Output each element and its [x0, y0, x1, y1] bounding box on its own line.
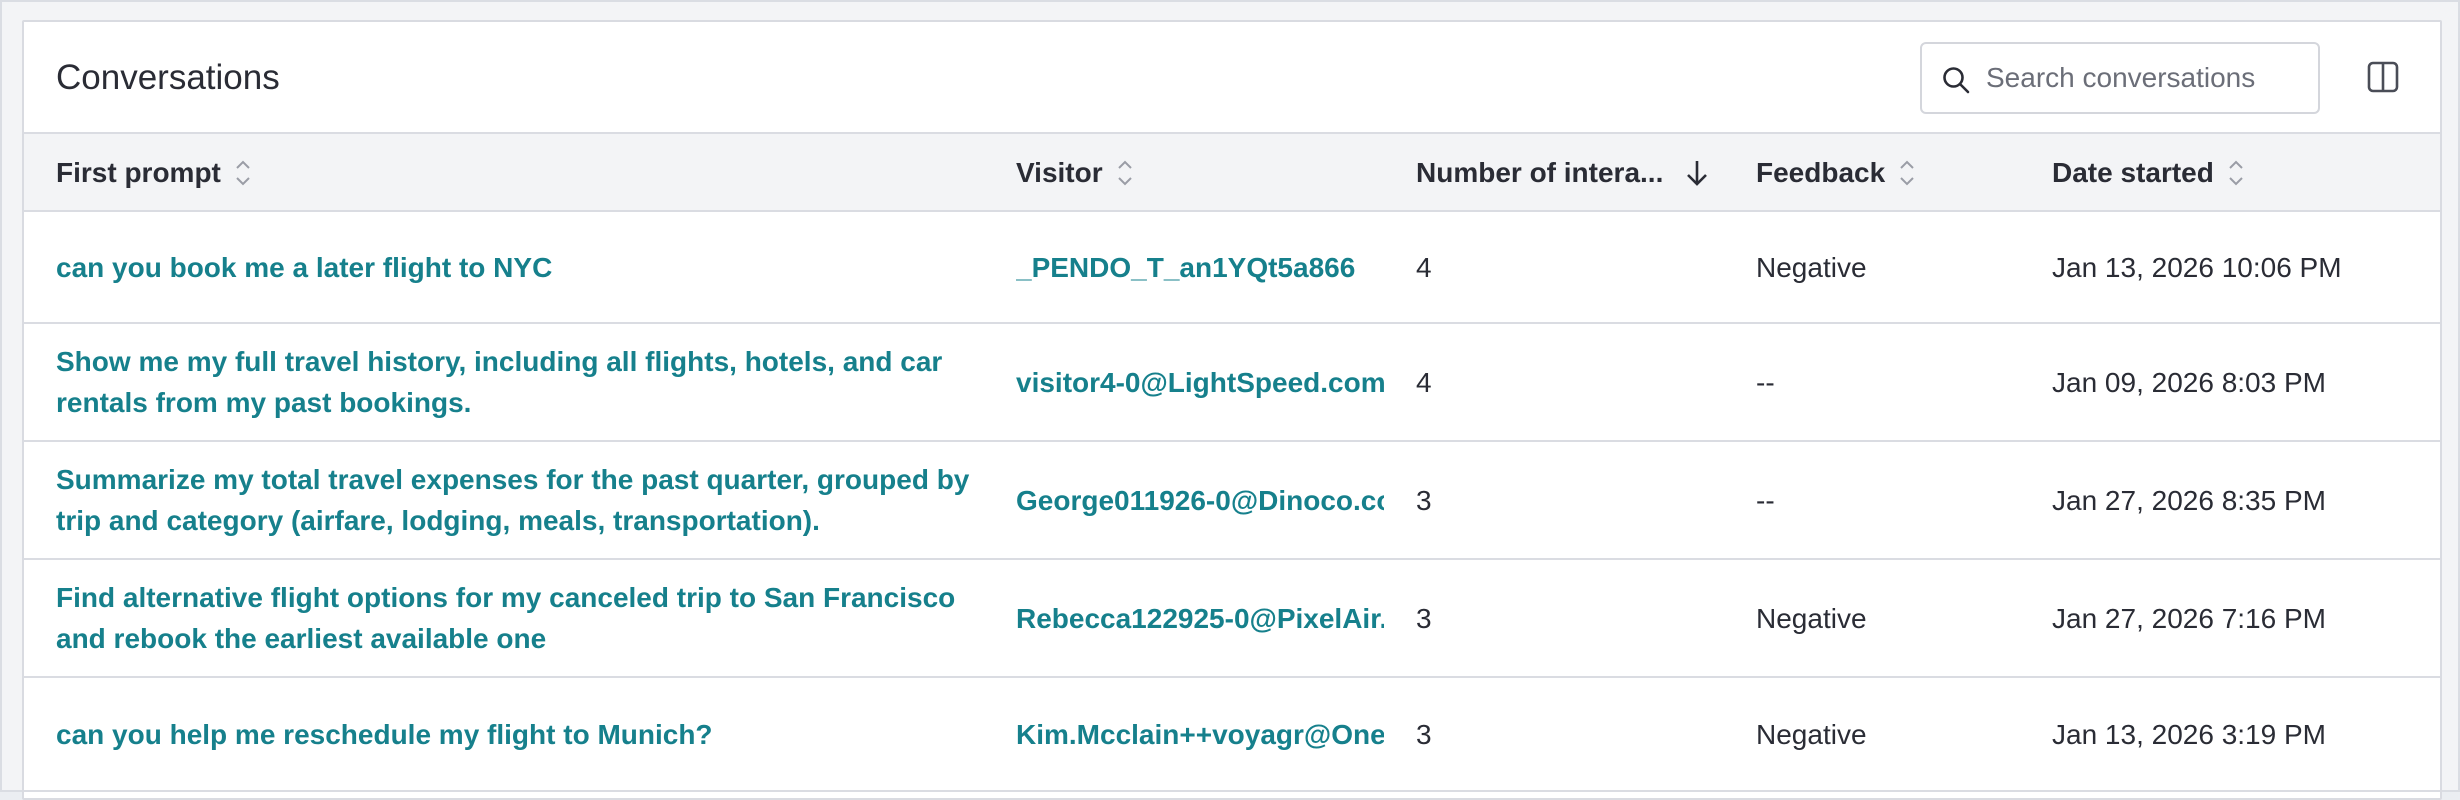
column-label: Visitor — [1016, 157, 1103, 188]
prompt-cell: Summarize my total travel expenses for t… — [56, 442, 976, 558]
interactions-count: 3 — [1416, 602, 1432, 634]
sort-updown-icon — [1900, 160, 1914, 186]
prompt-cell: Show me my full travel history, includin… — [56, 324, 976, 440]
search-box[interactable] — [1920, 42, 2320, 114]
prompt-cell: can you help me reschedule my flight to … — [56, 678, 976, 790]
search-input[interactable] — [1986, 56, 2306, 100]
visitor-link[interactable]: Rebecca122925-0@PixelAir.com — [1016, 598, 1384, 639]
column-header-interactions[interactable]: Number of intera... — [1416, 134, 1711, 212]
prompt-cell: can you book me a later flight to NYC — [56, 212, 976, 322]
interactions-count: 4 — [1416, 251, 1432, 283]
sort-updown-icon — [2229, 160, 2243, 186]
column-header-feedback[interactable]: Feedback — [1756, 134, 1917, 212]
feedback-value: Negative — [1756, 602, 1867, 634]
feedback-value: Negative — [1756, 251, 1867, 283]
column-header-date-started[interactable]: Date started — [2052, 134, 2246, 212]
conversations-card: Conversations First prompt — [22, 20, 2442, 800]
feedback-value: -- — [1756, 484, 1775, 516]
table-row[interactable]: can you help me reschedule my flight to … — [24, 678, 2440, 792]
visitor-link[interactable]: visitor4-0@LightSpeed.com — [1016, 362, 1384, 403]
table-row[interactable]: Show me my full travel history, includin… — [24, 324, 2440, 442]
feedback-value: -- — [1756, 366, 1775, 398]
column-header-first-prompt[interactable]: First prompt — [56, 134, 253, 212]
search-icon — [1943, 67, 1970, 94]
prompt-link[interactable]: can you help me reschedule my flight to … — [56, 714, 713, 755]
column-header-visitor[interactable]: Visitor — [1016, 134, 1135, 212]
column-label: Date started — [2052, 157, 2214, 188]
feedback-value: Negative — [1756, 718, 1867, 750]
column-label: Number of intera... — [1416, 157, 1664, 188]
visitor-link[interactable]: George011926-0@Dinoco.com — [1016, 480, 1384, 521]
prompt-link[interactable]: can you book me a later flight to NYC — [56, 247, 552, 288]
column-label: First prompt — [56, 157, 221, 188]
date-started: Jan 27, 2026 7:16 PM — [2052, 602, 2326, 634]
interactions-count: 3 — [1416, 484, 1432, 516]
sort-updown-icon — [236, 160, 250, 186]
arrow-down-icon — [1687, 161, 1708, 186]
table-header: First prompt Visitor Number of intera... — [24, 134, 2440, 212]
sort-updown-icon — [1117, 160, 1132, 186]
interactions-count: 4 — [1416, 366, 1432, 398]
interactions-count: 3 — [1416, 718, 1432, 750]
visitor-cell: _PENDO_T_an1YQt5a866 — [1016, 212, 1384, 322]
columns-panel-icon[interactable] — [2366, 60, 2400, 94]
visitor-cell: visitor4-0@LightSpeed.com — [1016, 324, 1384, 440]
visitor-cell: Kim.Mcclain++voyagr@OneTravel.com — [1016, 678, 1384, 790]
prompt-link[interactable]: Find alternative flight options for my c… — [56, 577, 976, 659]
table-row[interactable]: Find alternative flight options for my c… — [24, 560, 2440, 678]
prompt-link[interactable]: Show me my full travel history, includin… — [56, 341, 976, 423]
visitor-cell: George011926-0@Dinoco.com — [1016, 442, 1384, 558]
column-label: Feedback — [1756, 157, 1886, 188]
table-row[interactable]: can you book me a later flight to NYC _P… — [24, 212, 2440, 324]
date-started: Jan 13, 2026 3:19 PM — [2052, 718, 2326, 750]
card-header: Conversations — [24, 22, 2440, 134]
visitor-link[interactable]: Kim.Mcclain++voyagr@OneTravel.com — [1016, 714, 1384, 755]
page-background: Conversations First prompt — [0, 0, 2460, 800]
page-title: Conversations — [56, 58, 280, 97]
date-started: Jan 13, 2026 10:06 PM — [2052, 251, 2342, 283]
date-started: Jan 27, 2026 8:35 PM — [2052, 484, 2326, 516]
prompt-link[interactable]: Summarize my total travel expenses for t… — [56, 459, 976, 541]
visitor-cell: Rebecca122925-0@PixelAir.com — [1016, 560, 1384, 676]
visitor-link[interactable]: _PENDO_T_an1YQt5a866 — [1016, 247, 1355, 288]
date-started: Jan 09, 2026 8:03 PM — [2052, 366, 2326, 398]
prompt-cell: Find alternative flight options for my c… — [56, 560, 976, 676]
table-row[interactable]: Summarize my total travel expenses for t… — [24, 442, 2440, 560]
